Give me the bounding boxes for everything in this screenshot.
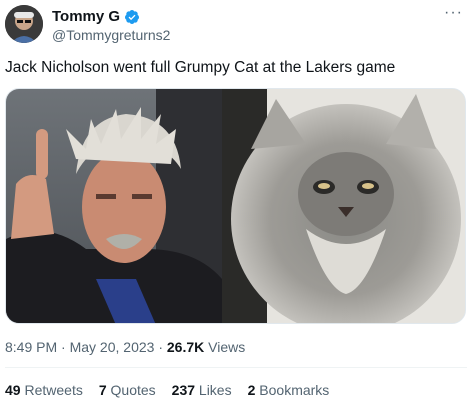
views-count: 26.7K — [166, 339, 205, 355]
bookmarks-label: Bookmarks — [259, 382, 330, 398]
meta-separator: · — [61, 339, 70, 355]
tweet-time[interactable]: 8:49 PM — [5, 339, 57, 355]
quotes-label: Quotes — [110, 382, 156, 398]
likes-stat[interactable]: 237 Likes — [172, 382, 232, 398]
bookmarks-count: 2 — [247, 382, 256, 398]
likes-label: Likes — [198, 382, 232, 398]
divider — [5, 367, 467, 368]
author-avatar[interactable] — [5, 5, 43, 43]
verified-badge-icon[interactable] — [124, 9, 140, 25]
tweet-metadata: 8:49 PM · May 20, 2023 · 26.7K Views — [5, 339, 245, 355]
tweet-date[interactable]: May 20, 2023 — [70, 339, 155, 355]
more-options-icon[interactable]: ··· — [444, 4, 464, 22]
meta-separator: · — [158, 339, 167, 355]
tweet-media-image[interactable] — [5, 88, 466, 324]
engagement-stats: 49 Retweets 7 Quotes 237 Likes 2 Bookmar… — [5, 382, 329, 398]
man-photo — [6, 89, 222, 323]
views-label: Views — [208, 339, 246, 355]
quotes-count: 7 — [98, 382, 107, 398]
tweet-card: Tommy G @Tommygreturns2 ··· Jack Nichols… — [0, 0, 474, 404]
retweets-stat[interactable]: 49 Retweets — [5, 382, 83, 398]
retweets-label: Retweets — [24, 382, 83, 398]
likes-count: 237 — [171, 382, 196, 398]
retweets-count: 49 — [5, 382, 21, 398]
quotes-stat[interactable]: 7 Quotes — [99, 382, 156, 398]
author-name-row: Tommy G — [52, 8, 140, 25]
author-handle[interactable]: @Tommygreturns2 — [52, 27, 170, 43]
bookmarks-stat[interactable]: 2 Bookmarks — [248, 382, 330, 398]
tweet-text: Jack Nicholson went full Grumpy Cat at t… — [5, 59, 396, 76]
author-display-name[interactable]: Tommy G — [52, 8, 120, 25]
cat-photo — [222, 89, 465, 323]
